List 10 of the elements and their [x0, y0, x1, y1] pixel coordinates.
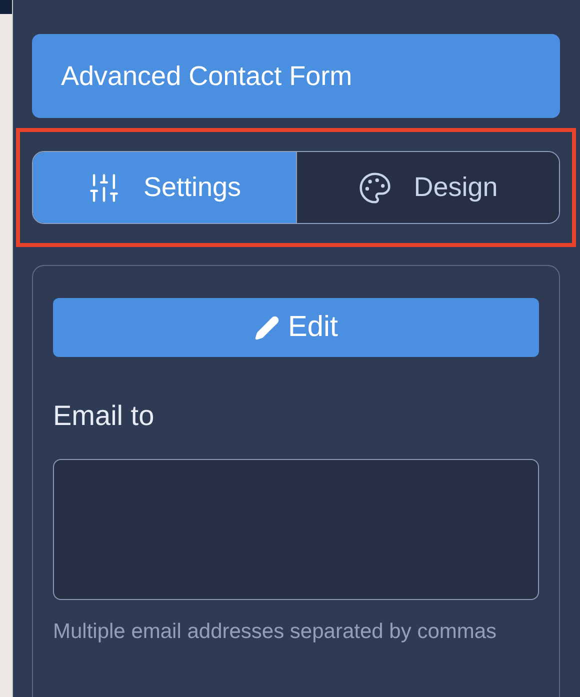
email-input-field[interactable] — [53, 459, 539, 600]
tab[interactable]: Design — [296, 152, 559, 223]
help-text: Multiple email addresses separated by commas — [53, 619, 498, 645]
pencil-icon — [254, 314, 280, 340]
palette-icon — [358, 170, 392, 204]
field-label: Email to — [53, 399, 156, 433]
form-title-button[interactable]: Advanced Contact Form — [32, 34, 560, 118]
tab[interactable]: Settings — [33, 152, 296, 223]
page-corner — [0, 0, 12, 14]
edit-button[interactable]: Edit — [53, 298, 539, 357]
